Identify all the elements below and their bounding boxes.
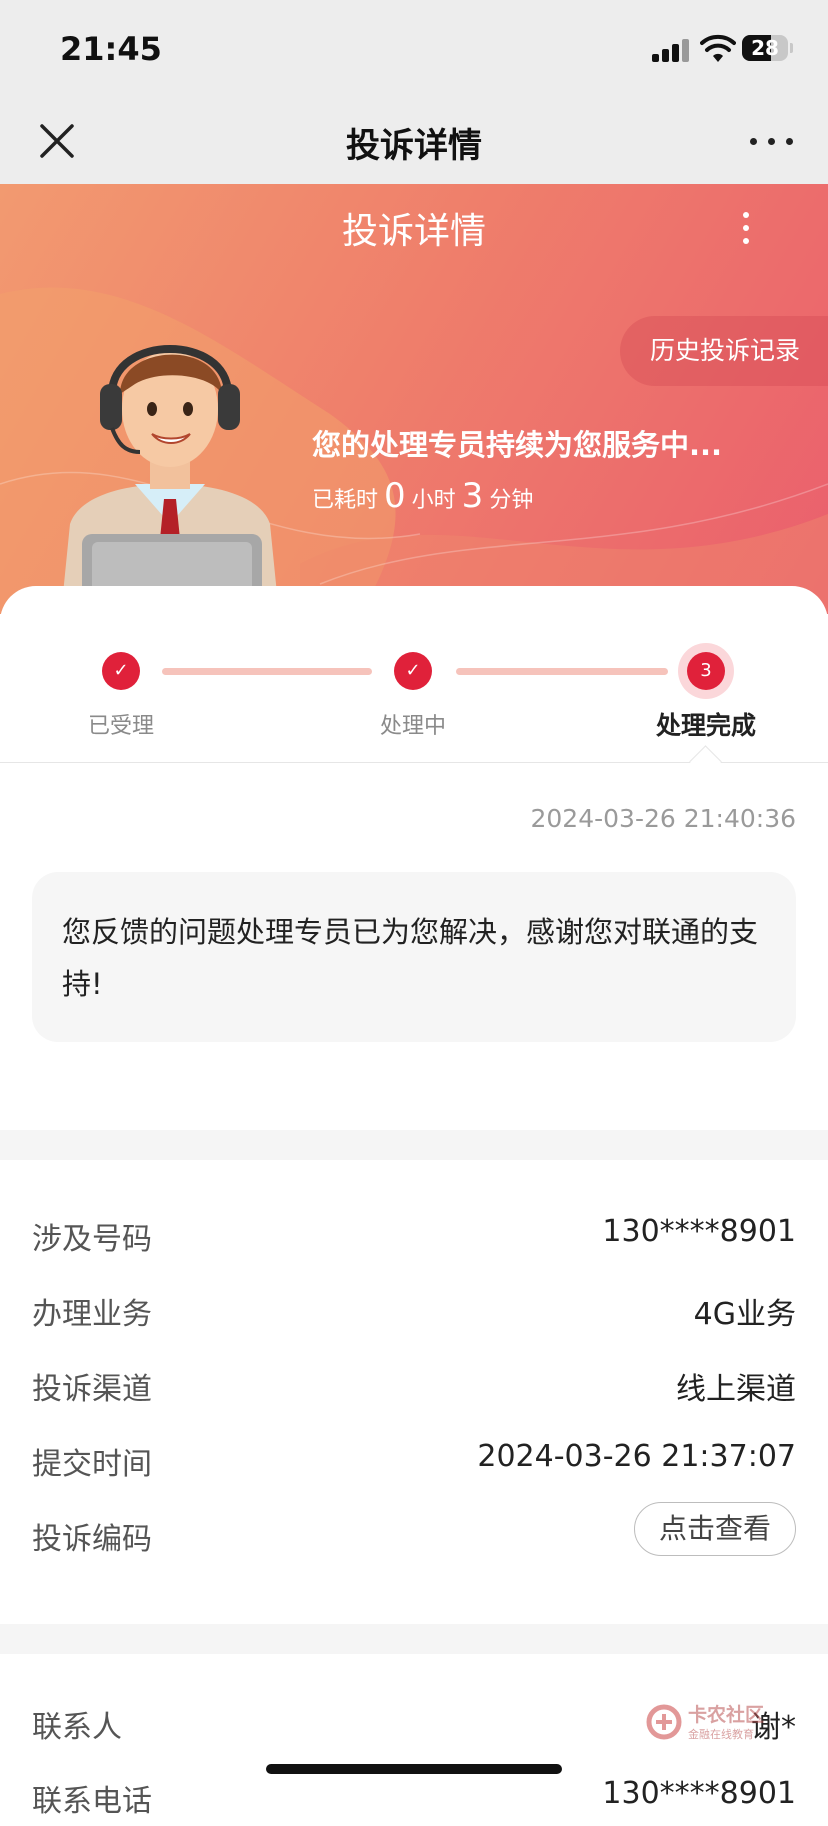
view-code-button[interactable]: 点击查看 <box>633 1502 796 1556</box>
result-message: 您反馈的问题处理专员已为您解决，感谢您对联通的支持! <box>32 872 796 1042</box>
elapsed-prefix: 已耗时 <box>312 488 379 513</box>
detail-value: 线上渠道 <box>676 1372 796 1407</box>
elapsed-minutes-unit: 分钟 <box>489 488 534 513</box>
history-complaints-button[interactable]: 历史投诉记录 <box>620 316 828 386</box>
detail-row-channel: 投诉渠道 线上渠道 <box>32 1354 796 1414</box>
detail-value: 130****8901 <box>602 1214 796 1249</box>
step-label-accepted: 已受理 <box>87 714 154 739</box>
detail-label: 涉及号码 <box>32 1222 152 1257</box>
battery-tip <box>790 43 793 53</box>
detail-row-submit-time: 提交时间 2024-03-26 21:37:07 <box>32 1429 796 1489</box>
section-divider <box>0 1130 828 1160</box>
contact-label: 联系电话 <box>32 1784 152 1819</box>
status-time: 21:45 <box>60 30 162 68</box>
elapsed-hours-unit: 小时 <box>411 488 456 513</box>
step-3-number: 3 <box>687 652 725 690</box>
wifi-icon <box>700 34 736 62</box>
detail-row-complaint-code: 投诉编码 点击查看 <box>32 1502 796 1564</box>
detail-row-service: 办理业务 4G业务 <box>32 1279 796 1339</box>
watermark-title: 卡农社区 <box>688 1704 765 1726</box>
more-options-icon[interactable] <box>748 130 796 150</box>
section-divider <box>0 1624 828 1654</box>
step-connector-1 <box>162 668 372 675</box>
top-nav-bar: 投诉详情 <box>0 100 828 184</box>
battery-icon: 28 <box>742 35 788 61</box>
detail-label: 投诉渠道 <box>32 1372 152 1407</box>
hero-more-icon[interactable] <box>736 210 756 246</box>
step-2-check-icon: ✓ <box>394 652 432 690</box>
elapsed-time: 已耗时 0 小时 3 分钟 <box>312 476 533 516</box>
detail-label: 投诉编码 <box>32 1522 152 1557</box>
page-title: 投诉详情 <box>346 126 482 166</box>
cellular-signal-icon <box>652 38 696 62</box>
step-label-completed: 处理完成 <box>655 711 756 740</box>
detail-value: 2024-03-26 21:37:07 <box>477 1439 796 1474</box>
hero-banner: 投诉详情 历史投诉记录 您的处理专员持续为您服务中... 已耗时 0 小时 3 分钟 <box>0 184 828 614</box>
watermark: 卡农社区 金融在线教育 <box>646 1700 766 1744</box>
service-status-message: 您的处理专员持续为您服务中... <box>312 428 723 462</box>
watermark-logo-icon <box>646 1704 682 1740</box>
customer-service-agent-illustration <box>61 345 279 614</box>
elapsed-hours: 0 <box>384 476 406 516</box>
detail-row-number: 涉及号码 130****8901 <box>32 1204 796 1264</box>
watermark-subtitle: 金融在线教育 <box>688 1728 754 1741</box>
step-1-check-icon: ✓ <box>102 652 140 690</box>
complaint-detail-card: ✓ ✓ 3 已受理 处理中 处理完成 2024-03-26 21:40:36 您… <box>0 586 828 1819</box>
battery-level: 28 <box>751 36 779 60</box>
detail-label: 办理业务 <box>32 1297 152 1332</box>
result-timestamp: 2024-03-26 21:40:36 <box>530 804 796 833</box>
detail-value: 4G业务 <box>693 1297 796 1332</box>
contact-row-phone: 联系电话 130****8901 <box>32 1766 796 1826</box>
detail-label: 提交时间 <box>32 1447 152 1482</box>
hero-title: 投诉详情 <box>341 211 486 252</box>
step-connector-2 <box>456 668 668 675</box>
elapsed-minutes: 3 <box>461 476 484 516</box>
contact-value: 130****8901 <box>602 1776 796 1811</box>
status-bar: 21:45 28 <box>0 0 828 100</box>
progress-steps: ✓ ✓ 3 已受理 处理中 处理完成 <box>0 586 828 763</box>
step-label-processing: 处理中 <box>379 714 446 739</box>
contact-label: 联系人 <box>32 1710 122 1745</box>
home-indicator[interactable] <box>266 1764 562 1774</box>
